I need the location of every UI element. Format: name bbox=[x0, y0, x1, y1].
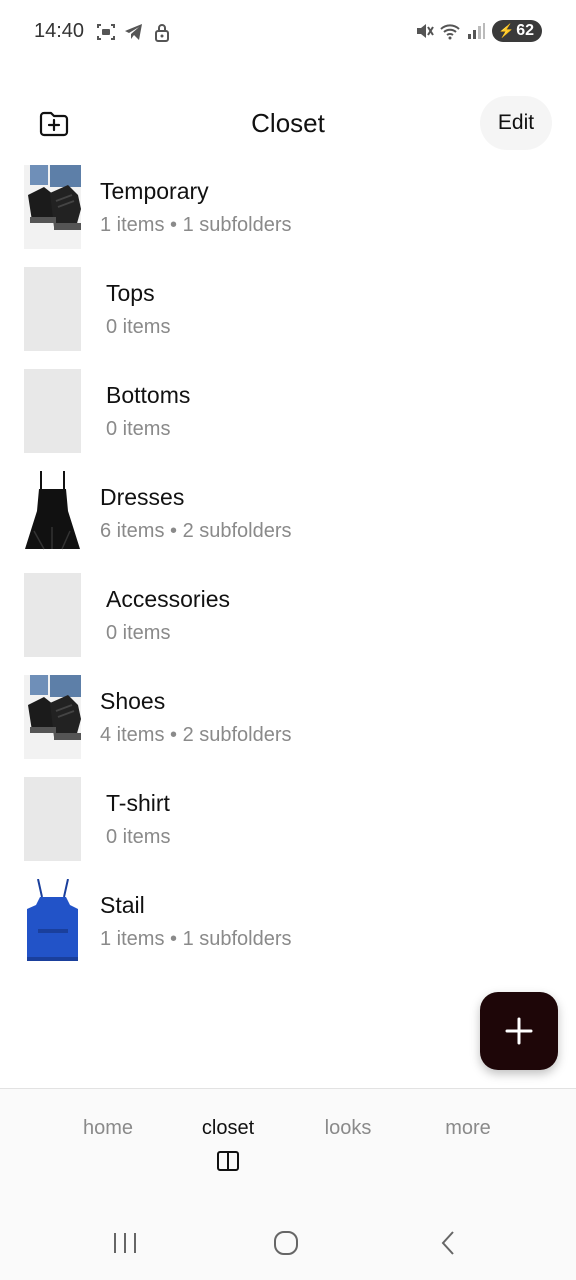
blue-top-image bbox=[27, 879, 78, 961]
folder-name: Bottoms bbox=[106, 382, 191, 408]
tab-home[interactable]: home bbox=[53, 1117, 163, 1140]
tab-label: looks bbox=[324, 1117, 372, 1139]
battery-indicator: ⚡ 62 bbox=[492, 20, 542, 42]
tab-label: closet bbox=[201, 1117, 255, 1139]
folder-thumbnail bbox=[24, 165, 81, 249]
telegram-icon bbox=[125, 24, 142, 40]
battery-level: 62 bbox=[516, 22, 534, 39]
recent-apps-button[interactable] bbox=[105, 1228, 145, 1258]
plus-icon bbox=[505, 1017, 533, 1045]
folder-item-temporary[interactable]: Temporary 1 items • 1 subfolders bbox=[0, 164, 576, 266]
folder-name: Tops bbox=[106, 280, 155, 306]
tab-looks[interactable]: looks bbox=[293, 1117, 403, 1140]
status-bar: 14:40 ⚡ 62 bbox=[0, 0, 576, 64]
folder-thumbnail-placeholder bbox=[24, 369, 81, 453]
folder-thumbnail bbox=[24, 879, 81, 963]
folder-thumbnail bbox=[24, 675, 81, 759]
sneakers-image bbox=[28, 165, 81, 230]
folder-thumbnail-placeholder bbox=[24, 777, 81, 861]
folder-meta: 4 items • 2 subfolders bbox=[100, 724, 292, 746]
folder-meta: 1 items • 1 subfolders bbox=[100, 214, 292, 236]
sneakers-image bbox=[28, 675, 81, 740]
folder-meta: 6 items • 2 subfolders bbox=[100, 520, 292, 542]
folder-meta: 0 items bbox=[106, 826, 171, 848]
folder-name: Shoes bbox=[100, 688, 166, 714]
folder-item-tops[interactable]: Tops 0 items bbox=[0, 266, 576, 368]
recent-apps-icon bbox=[114, 1233, 136, 1253]
screenshot-icon bbox=[97, 24, 115, 40]
tab-label: more bbox=[445, 1117, 491, 1139]
system-nav-bar bbox=[0, 1200, 576, 1280]
status-left-icons bbox=[96, 22, 172, 42]
back-chevron-icon bbox=[441, 1231, 454, 1255]
wifi-icon bbox=[440, 24, 460, 40]
folder-thumbnail-placeholder bbox=[24, 573, 81, 657]
folder-thumbnail bbox=[24, 471, 81, 555]
bottom-nav: home closet looks more bbox=[0, 1088, 576, 1200]
tab-closet[interactable]: closet bbox=[173, 1117, 283, 1172]
folder-item-t-shirt[interactable]: T-shirt 0 items bbox=[0, 776, 576, 878]
status-time: 14:40 bbox=[34, 20, 85, 42]
black-dress-image bbox=[25, 471, 80, 550]
tab-label: home bbox=[82, 1117, 134, 1139]
folder-meta: 0 items bbox=[106, 316, 171, 338]
folder-meta: 0 items bbox=[106, 418, 171, 440]
lock-icon bbox=[155, 24, 169, 42]
folder-thumbnail-placeholder bbox=[24, 267, 81, 351]
folder-item-dresses[interactable]: Dresses 6 items • 2 subfolders bbox=[0, 470, 576, 572]
home-circle-icon bbox=[274, 1231, 298, 1255]
folder-name: Stail bbox=[100, 892, 145, 918]
signal-icon bbox=[468, 23, 486, 39]
edit-button[interactable]: Edit bbox=[480, 96, 552, 150]
folder-name: Dresses bbox=[100, 484, 185, 510]
book-open-icon bbox=[217, 1151, 239, 1171]
charging-icon: ⚡ bbox=[498, 23, 515, 38]
back-button[interactable] bbox=[428, 1228, 468, 1258]
folder-name: T-shirt bbox=[106, 790, 170, 816]
add-item-fab[interactable] bbox=[480, 992, 558, 1070]
folder-item-stail[interactable]: Stail 1 items • 1 subfolders bbox=[0, 878, 576, 980]
folder-list: Temporary 1 items • 1 subfolders Tops 0 … bbox=[0, 164, 576, 980]
header: Closet Edit bbox=[0, 92, 576, 156]
folder-item-bottoms[interactable]: Bottoms 0 items bbox=[0, 368, 576, 470]
folder-item-accessories[interactable]: Accessories 0 items bbox=[0, 572, 576, 674]
folder-meta: 0 items bbox=[106, 622, 171, 644]
home-button[interactable] bbox=[266, 1228, 306, 1258]
folder-meta: 1 items • 1 subfolders bbox=[100, 928, 292, 950]
status-right-icons: ⚡ 62 bbox=[414, 20, 542, 42]
folder-name: Temporary bbox=[100, 178, 209, 204]
tab-more[interactable]: more bbox=[413, 1117, 523, 1140]
folder-name: Accessories bbox=[106, 586, 230, 612]
folder-item-shoes[interactable]: Shoes 4 items • 2 subfolders bbox=[0, 674, 576, 776]
mute-icon bbox=[417, 24, 434, 38]
